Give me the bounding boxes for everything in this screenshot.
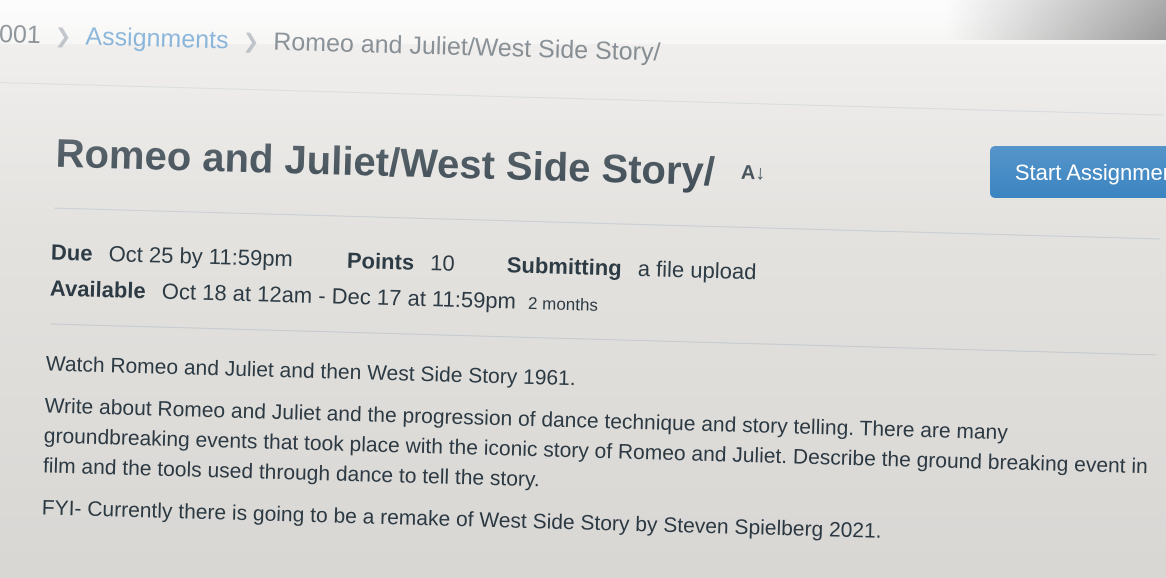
assignment-details: Due Oct 25 by 11:59pm Points 10 Submitti… <box>49 239 757 332</box>
assignment-description: Watch Romeo and Juliet and then West Sid… <box>41 349 1156 566</box>
title-divider <box>54 207 1160 240</box>
submitting-value: a file upload <box>637 255 757 285</box>
assignment-title: Romeo and Juliet/West Side Story/ <box>55 131 716 195</box>
submitting-label: Submitting <box>506 252 623 281</box>
due-label: Due <box>50 239 93 266</box>
breadcrumb-divider <box>0 81 1164 116</box>
due-value: Oct 25 by 11:59pm <box>108 241 294 272</box>
breadcrumb-course[interactable]: 001 <box>0 20 41 50</box>
page-title: Romeo and Juliet/West Side Story/ A↓ <box>55 132 766 197</box>
start-assignment-button[interactable]: Start Assignment <box>990 146 1166 198</box>
available-label: Available <box>49 275 147 304</box>
points-label: Points <box>346 247 415 275</box>
description-paragraph: Write about Romeo and Juliet and the pro… <box>42 394 1149 492</box>
chevron-right-icon: ❯ <box>242 30 260 54</box>
a11y-checker-icon[interactable]: A↓ <box>741 162 766 186</box>
points-value: 10 <box>429 250 456 276</box>
available-duration: 2 months <box>527 293 599 315</box>
breadcrumb-assignments[interactable]: Assignments <box>85 22 229 55</box>
details-divider <box>50 323 1157 356</box>
chevron-right-icon: ❯ <box>54 25 72 49</box>
